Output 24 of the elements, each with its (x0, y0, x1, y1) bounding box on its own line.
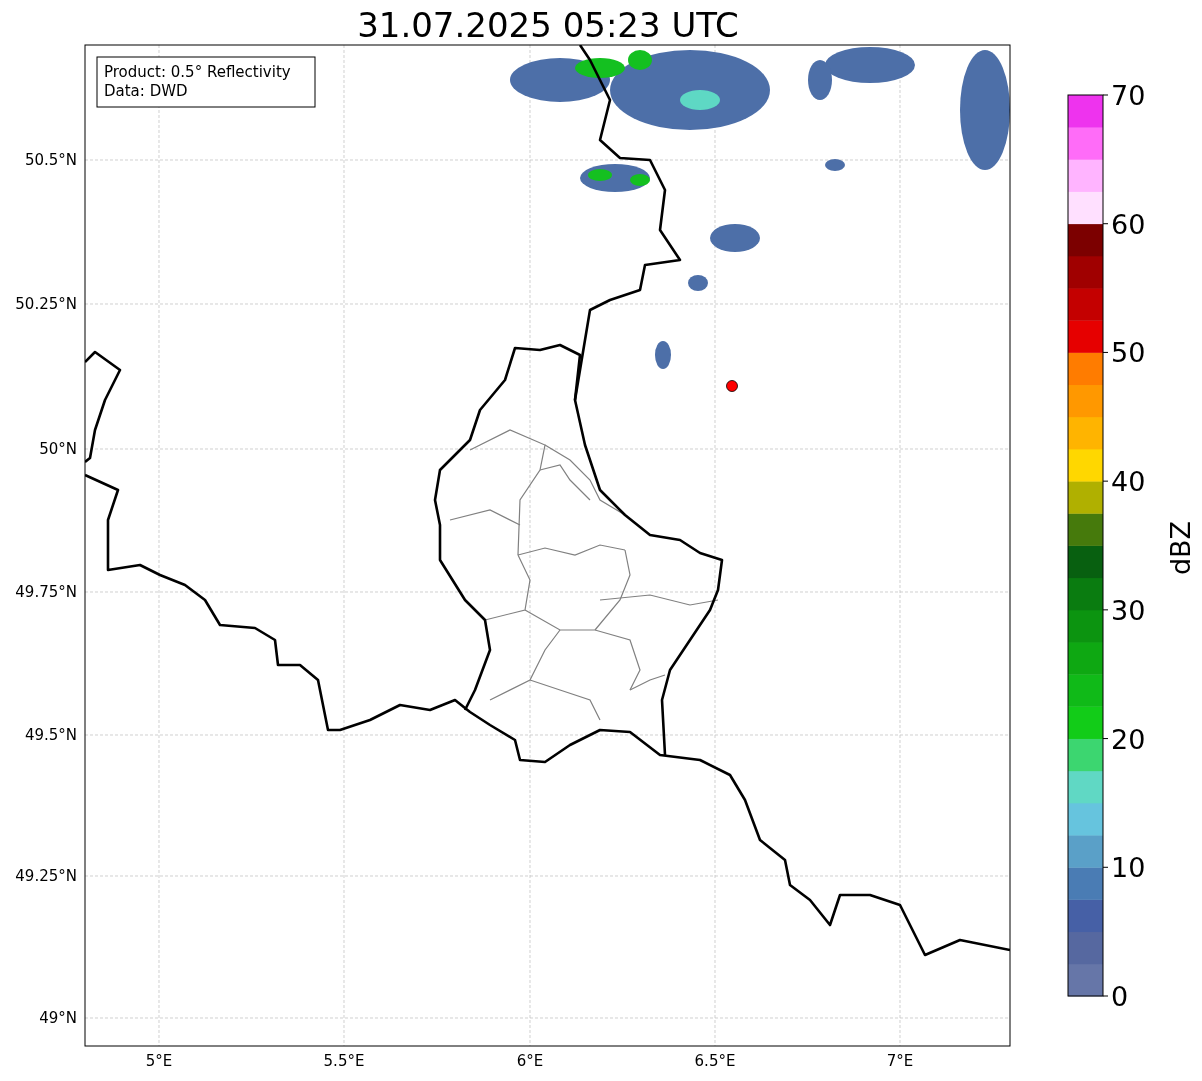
y-tick-label: 49°N (39, 1009, 77, 1027)
y-tick-label: 50°N (39, 440, 77, 458)
colorbar-tick-label: 40 (1111, 466, 1146, 498)
colorbar-tick-label: 50 (1111, 337, 1146, 369)
x-tick-label: 5°E (145, 1052, 173, 1070)
legend-text: Data: DWD (104, 82, 188, 100)
y-tick-label: 50.5°N (24, 151, 77, 169)
x-tick-label: 7°E (886, 1052, 914, 1070)
colorbar-tick-label: 0 (1111, 981, 1129, 1012)
x-tick-label: 6.5°E (694, 1052, 736, 1070)
colorbar-tick-label: 70 (1111, 80, 1146, 111)
legend-text: Product: 0.5° Reflectivity (104, 63, 291, 81)
plot-title: 31.07.2025 05:23 UTC (357, 5, 739, 45)
colorbar-tick-label: 10 (1111, 852, 1146, 884)
colorbar-label: dBZ (1165, 520, 1196, 576)
y-tick-label: 49.75°N (15, 583, 77, 601)
x-tick-label: 6°E (516, 1052, 544, 1070)
y-tick-label: 49.5°N (24, 726, 77, 744)
x-tick-label: 5.5°E (323, 1052, 365, 1070)
colorbar-tick-label: 20 (1111, 723, 1146, 755)
colorbar-tick-label: 60 (1111, 208, 1146, 240)
y-tick-label: 50.25°N (15, 295, 77, 313)
colorbar-tick-label: 30 (1111, 594, 1146, 626)
y-tick-label: 49.25°N (15, 867, 77, 885)
